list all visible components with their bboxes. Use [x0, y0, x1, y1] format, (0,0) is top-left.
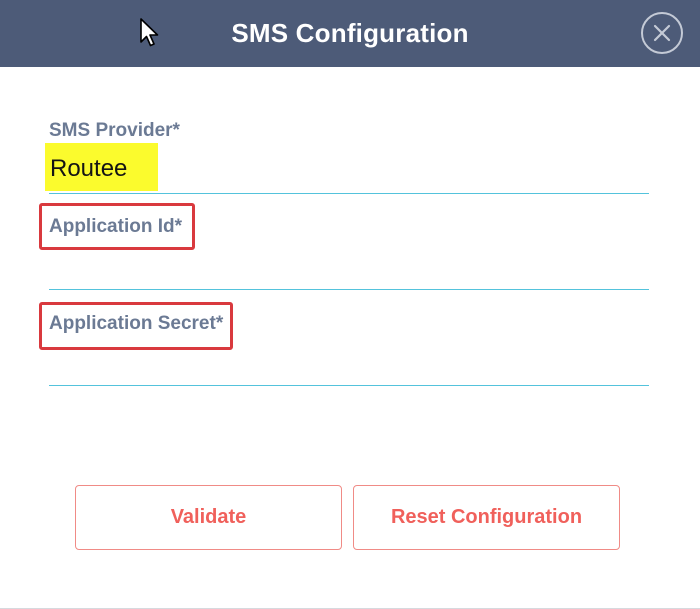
sms-provider-select[interactable]: Routee — [50, 155, 127, 183]
close-icon — [653, 24, 671, 42]
dialog-header: SMS Configuration — [0, 0, 700, 67]
application-id-underline — [49, 289, 649, 290]
application-secret-label: Application Secret* — [49, 313, 224, 334]
application-secret-underline — [49, 385, 649, 386]
application-id-label: Application Id* — [49, 216, 182, 237]
sms-provider-label: SMS Provider* — [49, 120, 180, 141]
sms-provider-underline — [49, 193, 649, 194]
dialog-title: SMS Configuration — [231, 18, 469, 48]
application-id-input[interactable] — [49, 254, 649, 288]
sms-configuration-dialog: SMS Configuration SMS Provider* Routee A… — [0, 0, 700, 609]
validate-button[interactable]: Validate — [75, 485, 342, 550]
close-button[interactable] — [641, 12, 683, 54]
reset-configuration-button[interactable]: Reset Configuration — [353, 485, 620, 550]
mouse-pointer-icon — [140, 18, 159, 47]
application-secret-input[interactable] — [49, 350, 649, 384]
